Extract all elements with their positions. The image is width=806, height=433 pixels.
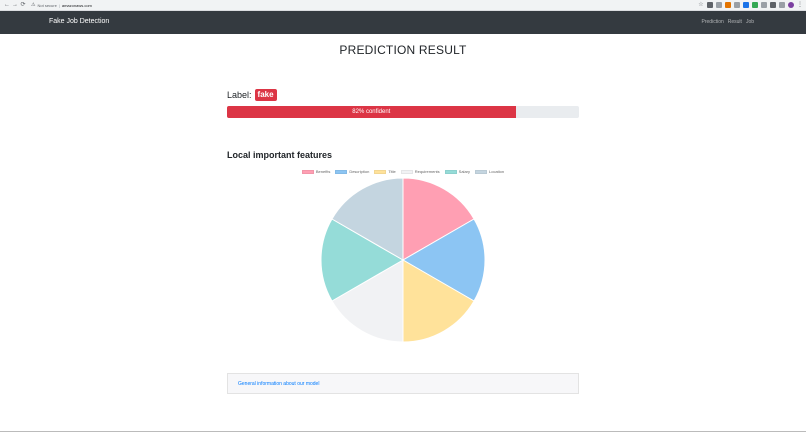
url-text[interactable]: amazonaws.com [62,3,92,8]
legend-item[interactable]: Requirements [400,169,440,174]
legend-label: Title [388,169,396,174]
pie-chart-container [320,177,486,343]
extension-icon[interactable] [734,2,740,8]
legend-label: Salary [458,169,470,174]
legend-label: Requirements [414,169,440,174]
features-title: Local important features [227,150,333,160]
nav-link-result[interactable]: Result [728,19,742,25]
legend-item[interactable]: Title [374,169,396,174]
legend-item[interactable]: Salary [444,169,470,174]
warning-triangle-icon: ⚠ [31,2,36,8]
prediction-label-row: Label: fake [227,89,277,101]
browser-menu-icon[interactable]: ⋮ [797,2,803,8]
legend-label: Location [489,169,505,174]
model-info-link[interactable]: General information about our model [238,381,319,387]
legend-item[interactable]: Description [335,169,369,174]
extension-icon[interactable] [761,2,767,8]
nav-link-job[interactable]: Job [746,19,754,25]
extension-icon[interactable] [779,2,785,8]
confidence-progress: 82% confident [227,106,579,118]
extension-icon[interactable] [743,2,749,8]
legend-swatch [400,169,413,174]
pie-chart [320,177,486,343]
browser-toolbar: ← → ⟳ ⚠ Not secure | amazonaws.com ☆ ⋮ [0,0,806,11]
extensions-area: ☆ ⋮ [698,2,803,8]
confidence-progress-bar: 82% confident [227,106,516,118]
legend-swatch [444,169,457,174]
navbar-brand[interactable]: Fake Job Detection [49,18,109,25]
bookmark-star-icon[interactable]: ☆ [698,2,704,8]
prediction-badge: fake [254,89,277,101]
address-bar[interactable]: ⚠ Not secure | amazonaws.com [31,1,92,10]
legend-item[interactable]: Benefits [301,169,331,174]
legend-swatch [475,169,487,174]
legend-swatch [301,169,314,174]
legend-swatch [335,169,348,174]
security-status: Not secure [37,2,57,8]
navbar-links: Prediction Result Job [702,19,754,25]
legend-swatch [374,169,387,174]
nav-link-prediction[interactable]: Prediction [702,19,724,25]
model-info-card: General information about our model [227,373,579,394]
extension-icon[interactable] [725,2,731,8]
forward-icon[interactable]: → [11,0,19,10]
window-bottom-edge [0,431,806,432]
extension-icon[interactable] [716,2,722,8]
address-separator: | [58,2,60,8]
extension-icon[interactable] [752,2,758,8]
extension-icon[interactable] [707,2,713,8]
chart-legend: Benefits Description Title Requirements … [0,169,806,174]
legend-label: Benefits [315,169,331,174]
reload-icon[interactable]: ⟳ [19,0,27,10]
extension-icon[interactable] [770,2,776,8]
legend-item[interactable]: Location [475,169,504,174]
back-icon[interactable]: ← [3,0,11,10]
page-title: PREDICTION RESULT [339,43,467,57]
app-navbar: Fake Job Detection Prediction Result Job [0,11,806,34]
legend-label: Description [349,169,370,174]
label-prefix: Label: [227,90,252,100]
profile-avatar[interactable] [788,2,794,8]
